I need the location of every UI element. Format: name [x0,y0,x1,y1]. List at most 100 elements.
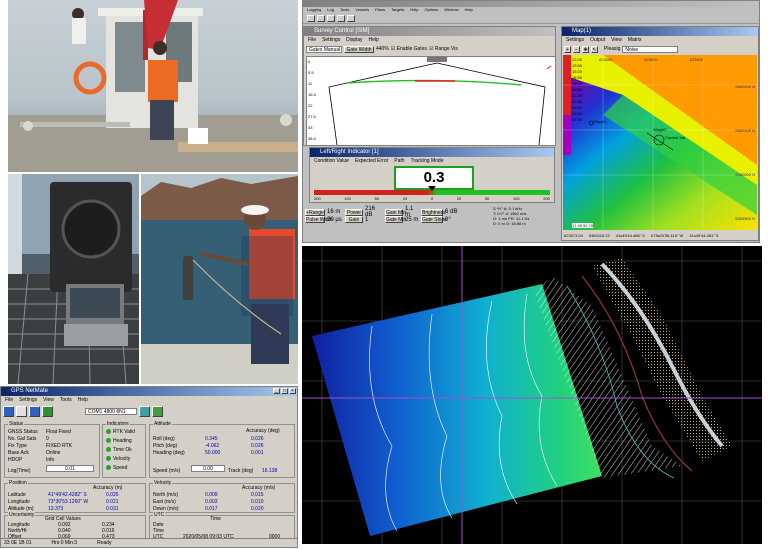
survey-control-window: Logging Log Tools Vessels Plans Targets … [302,0,760,243]
att-accuracy: 0.026 [251,436,264,442]
toolbar-button[interactable] [317,15,325,22]
photo-probe-deployment [141,174,298,384]
grid-y-label: 5359900 N [735,216,755,221]
lr-titlebar: Left/Right Indicator [1] [310,148,554,157]
scale-tick: 200 [314,196,321,201]
close-icon[interactable]: × [289,388,296,394]
sonar-plot: 0 5.5 11 16.5 22 27.5 33 38.5 [306,56,555,145]
toolbar-button[interactable] [347,15,355,22]
map-titlebar: Map(1) [562,27,758,36]
refresh-icon[interactable] [152,405,163,417]
menu-path[interactable]: Path [394,157,404,165]
menu-view[interactable]: View [611,36,622,44]
gate-min-button[interactable]: Gate Min [385,216,406,223]
gate-mode-select[interactable]: Gates Manual [306,45,342,53]
photo-boat-deck [8,0,298,172]
led-label: Time Ok [113,447,132,453]
speed-field[interactable]: 0.00 [191,465,225,472]
range-vis-checkbox[interactable]: ☑ Range Vis [429,46,458,52]
menu-file[interactable]: File [5,396,13,404]
pos-value: 41°49'42.4282" S [48,492,87,498]
menu-window[interactable]: Window [444,7,458,13]
gate-slope-button[interactable]: Gate Slope [421,216,447,223]
log-icon[interactable] [29,405,40,417]
scale-tick: 50 [484,196,490,201]
map-canvas[interactable]: 12.00 13.50 15.00 16.50 18.00 19.50 21.0… [563,55,757,230]
pos-value: 13.373 [48,506,64,512]
vel-value: 0.003 [205,499,218,505]
menu-condition[interactable]: Condition Value [314,157,349,165]
vel-value: 0.009 [205,492,218,498]
track-value: 16.138 [262,468,278,474]
menu-vessels[interactable]: Vessels [355,7,369,13]
menu-log[interactable]: Log [327,7,334,13]
toolbar-button[interactable] [327,15,335,22]
menu-tools[interactable]: Tools [60,396,72,404]
legend-value: 27.00 [572,117,583,122]
log-time-field[interactable]: 0.01 [46,465,94,472]
menu-file[interactable]: File [308,36,316,44]
layer-dropdown[interactable]: Noise [622,45,679,53]
scale-tick: 20 [402,196,408,201]
led-icon [106,456,111,462]
pos-label: Latitude [8,492,26,498]
gain-min-button[interactable]: Gain Min [385,208,406,216]
pos-value: 73°30'53.1260" W [48,499,89,505]
menu-targets[interactable]: Targets [391,7,404,13]
settings-icon[interactable] [139,405,150,417]
toolbar-button[interactable] [307,15,315,22]
menu-logging[interactable]: Logging [307,7,321,13]
led-icon [106,465,111,471]
grid-y-label: 5360200 N [735,84,755,89]
gps-statusbar: 33 0E 1B 01 Hrs:0 Min:3 Ready [1,538,297,547]
menu-expected-error[interactable]: Expected Error [355,157,388,165]
menu-display[interactable]: Display [346,36,362,44]
menu-matrix[interactable]: Matrix [628,36,642,44]
lr-scale-ticks: 200 100 50 20 0 20 50 100 200 [314,196,550,201]
status-easting: 623373.04 [564,233,583,238]
power-button[interactable]: Power [345,208,363,216]
disconnect-icon[interactable] [16,405,27,417]
menu-output[interactable]: Output [590,36,605,44]
vel-accuracy: 0.015 [251,492,264,498]
grid-x-label: 623600 [644,57,658,62]
window-buttons: _ □ × [273,388,296,394]
select-icon[interactable]: ↖ [591,45,598,53]
brightness-value: 6 dB [445,209,458,215]
menu-plans[interactable]: Plans [375,7,385,13]
menu-settings[interactable]: Settings [566,36,584,44]
status-lat: 41s49'44.486" S [615,233,645,238]
save-icon[interactable] [42,405,53,417]
maximize-icon[interactable]: □ [281,388,288,394]
gate-width-button[interactable]: Gate Width [344,45,374,53]
menu-view[interactable]: View [43,396,54,404]
menu-options[interactable]: Options [424,7,438,13]
group-title: Uncertainty [8,512,36,518]
pulse-width-button[interactable]: Pulse Width [305,216,333,223]
menu-tracking[interactable]: Tracking Mode [411,157,444,165]
connect-icon[interactable] [3,405,14,417]
zoom-in-icon[interactable]: + [564,45,571,53]
pan-icon[interactable]: ✥ [582,45,589,53]
led-label: Speed [113,465,128,471]
gps-window: GPS NetMate _ □ × File Settings View Too… [0,386,298,548]
lr-value: 0.3 [423,169,445,186]
led-label: RTK Valid [113,429,136,435]
gate-min-value: 25 m [405,216,419,223]
enable-gates-checkbox[interactable]: ☑ Enable Gates [391,46,427,52]
port-select[interactable]: COM1 4800 8N1 [85,407,137,415]
menu-help[interactable]: Help [369,36,379,44]
menu-help2[interactable]: Help [464,7,472,13]
menu-tools[interactable]: Tools [340,7,349,13]
gain-button[interactable]: Gain [345,216,363,223]
menu-settings[interactable]: Settings [19,396,37,404]
brightness-button[interactable]: Brightness [421,208,446,216]
menu-settings[interactable]: Settings [322,36,340,44]
menu-help[interactable]: Help [410,7,418,13]
minimize-icon[interactable]: _ [273,388,280,394]
toolbar-button[interactable] [337,15,345,22]
range-button[interactable]: +Range [305,208,325,216]
menu-help[interactable]: Help [78,396,88,404]
accuracy-header: Accuracy (m) [93,485,123,491]
zoom-out-icon[interactable]: − [573,45,580,53]
